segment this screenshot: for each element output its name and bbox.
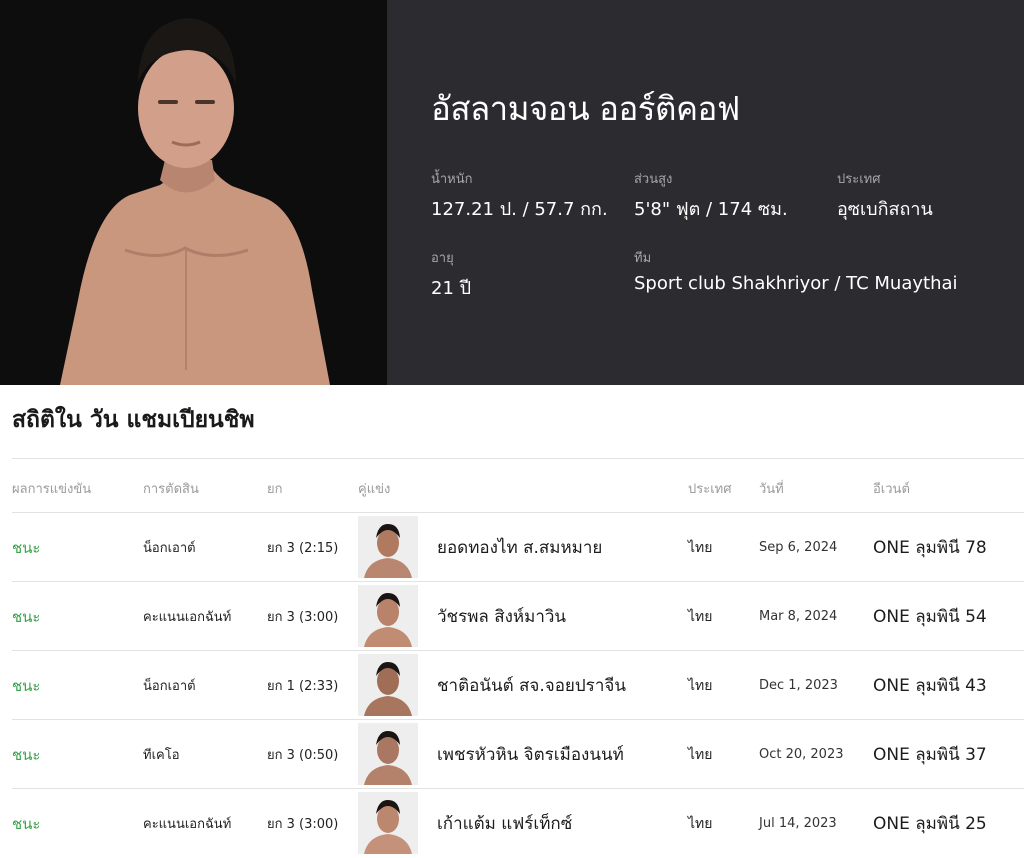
table-row[interactable]: ชนะ น็อกเอาต์ ยก 1 (2:33) ชาติอนันต์ สจ.…	[12, 650, 1024, 719]
header-result: ผลการแข่งขัน	[12, 482, 92, 497]
opponent-name-link[interactable]: วัชรพล สิงห์มาวิน	[437, 582, 566, 651]
event-link[interactable]: ONE ลุมพินี 25	[873, 789, 987, 858]
header-country: ประเทศ	[688, 482, 732, 497]
team-label: ทีม	[634, 251, 652, 266]
fighter-info-panel: อัสลามจอน ออร์ติคอฟ น้ำหนัก 127.21 ป. / …	[387, 0, 1024, 385]
result-text: ชนะ	[12, 676, 41, 695]
method-text: ทีเคโอ	[143, 748, 180, 763]
opponent-photo-icon	[358, 585, 418, 647]
table-row[interactable]: ชนะ คะแนนเอกฉันท์ ยก 3 (3:00) วัชรพล สิง…	[12, 581, 1024, 650]
fighter-name: อัสลามจอน ออร์ติคอฟ	[431, 89, 740, 128]
opponent-avatar[interactable]	[358, 792, 418, 854]
table-divider	[12, 458, 1024, 459]
event-link[interactable]: ONE ลุมพินี 78	[873, 513, 987, 582]
event-link[interactable]: ONE ลุมพินี 37	[873, 720, 987, 789]
height-value: 5'8" ฟุต / 174 ซม.	[634, 199, 788, 220]
age-label: อายุ	[431, 251, 454, 266]
country-text: ไทย	[688, 539, 713, 556]
opponent-photo-icon	[358, 516, 418, 578]
header-method: การตัดสิน	[143, 482, 199, 497]
event-link[interactable]: ONE ลุมพินี 43	[873, 651, 987, 720]
record-section-title: สถิติใน วัน แชมเปียนชิพ	[12, 407, 255, 433]
height-label: ส่วนสูง	[634, 172, 673, 187]
opponent-name-link[interactable]: เพชรหัวหิน จิตรเมืองนนท์	[437, 720, 624, 789]
date-text: Jul 14, 2023	[759, 816, 837, 831]
round-text: ยก 3 (3:00)	[267, 817, 339, 832]
method-text: คะแนนเอกฉันท์	[143, 817, 232, 832]
date-text: Oct 20, 2023	[759, 747, 844, 762]
round-text: ยก 3 (2:15)	[267, 541, 339, 556]
date-text: Sep 6, 2024	[759, 540, 838, 555]
event-link[interactable]: ONE ลุมพินี 54	[873, 582, 987, 651]
header-event: อีเวนต์	[873, 482, 910, 497]
country-value: อุซเบกิสถาน	[837, 199, 933, 220]
header-opponent: คู่แข่ง	[358, 482, 391, 497]
result-text: ชนะ	[12, 745, 41, 764]
opponent-avatar[interactable]	[358, 654, 418, 716]
country-label: ประเทศ	[837, 172, 881, 187]
table-row[interactable]: ชนะ คะแนนเอกฉันท์ ยก 3 (3:00) เก้าแต้ม แ…	[12, 788, 1024, 857]
fighter-photo	[0, 0, 387, 385]
age-value: 21 ปี	[431, 278, 472, 299]
weight-label: น้ำหนัก	[431, 172, 473, 187]
opponent-photo-icon	[358, 723, 418, 785]
round-text: ยก 3 (3:00)	[267, 610, 339, 625]
fighter-hero: อัสลามจอน ออร์ติคอฟ น้ำหนัก 127.21 ป. / …	[0, 0, 1024, 385]
result-text: ชนะ	[12, 814, 41, 833]
method-text: น็อกเอาต์	[143, 541, 196, 556]
weight-value: 127.21 ป. / 57.7 กก.	[431, 199, 608, 220]
date-text: Dec 1, 2023	[759, 678, 838, 693]
opponent-name-link[interactable]: ยอดทองไท ส.สมหมาย	[437, 513, 602, 582]
opponent-photo-icon	[358, 654, 418, 716]
opponent-photo-icon	[358, 792, 418, 854]
team-value: Sport club Shakhriyor / TC Muaythai	[634, 273, 958, 294]
table-row[interactable]: ชนะ ทีเคโอ ยก 3 (0:50) เพชรหัวหิน จิตรเม…	[12, 719, 1024, 788]
opponent-name-link[interactable]: เก้าแต้ม แฟร์เท็กซ์	[437, 789, 572, 858]
country-text: ไทย	[688, 608, 713, 625]
round-text: ยก 3 (0:50)	[267, 748, 339, 763]
opponent-avatar[interactable]	[358, 585, 418, 647]
country-text: ไทย	[688, 677, 713, 694]
method-text: น็อกเอาต์	[143, 679, 196, 694]
round-text: ยก 1 (2:33)	[267, 679, 339, 694]
date-text: Mar 8, 2024	[759, 609, 838, 624]
country-text: ไทย	[688, 746, 713, 763]
opponent-avatar[interactable]	[358, 723, 418, 785]
opponent-avatar[interactable]	[358, 516, 418, 578]
fighter-portrait-image	[0, 0, 387, 385]
country-text: ไทย	[688, 815, 713, 832]
header-date: วันที่	[759, 482, 784, 497]
method-text: คะแนนเอกฉันท์	[143, 610, 232, 625]
header-round: ยก	[267, 482, 283, 497]
table-row[interactable]: ชนะ น็อกเอาต์ ยก 3 (2:15) ยอดทองไท ส.สมห…	[12, 512, 1024, 581]
opponent-name-link[interactable]: ชาติอนันต์ สจ.จอยปราจีน	[437, 651, 626, 720]
result-text: ชนะ	[12, 607, 41, 626]
result-text: ชนะ	[12, 538, 41, 557]
